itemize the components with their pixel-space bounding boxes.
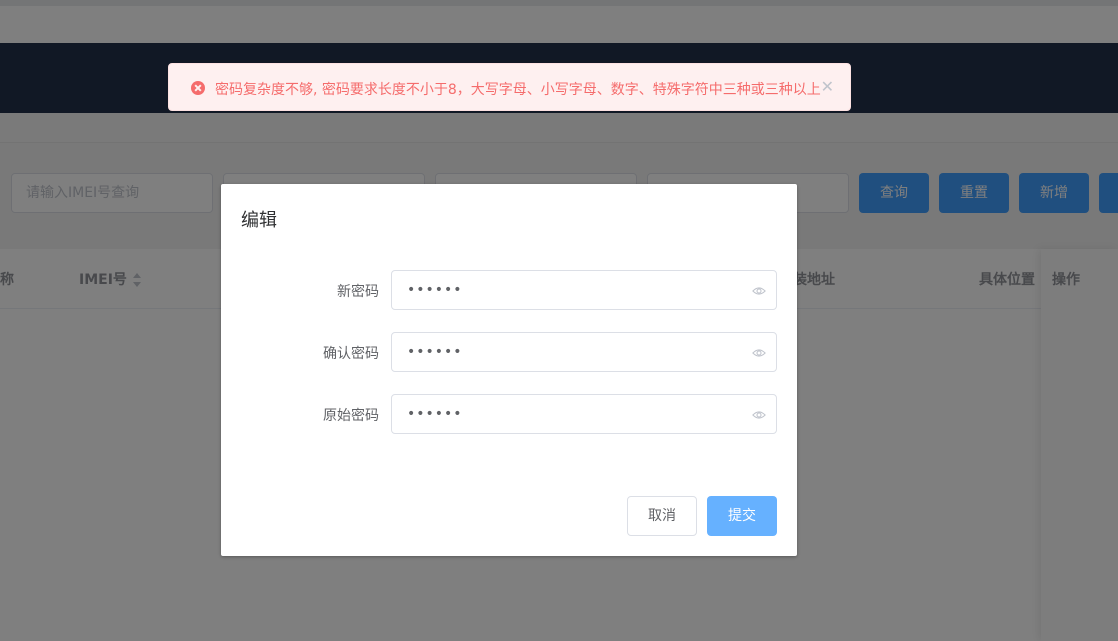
error-message-text: 密码复杂度不够, 密码要求长度不小于8，大写字母、小写字母、数字、特殊字符中三种… — [215, 82, 821, 98]
original-password-label: 原始密码 — [323, 408, 379, 424]
dialog-title: 编辑 — [241, 210, 277, 231]
original-password-value: •••••• — [407, 406, 463, 422]
error-message: 密码复杂度不够, 密码要求长度不小于8，大写字母、小写字母、数字、特殊字符中三种… — [168, 63, 851, 111]
edit-dialog: 编辑 新密码 •••••• 确认密码 •••••• 原始密码 •••••• 取消… — [221, 184, 797, 556]
new-password-value: •••••• — [407, 282, 463, 298]
original-password-input[interactable]: •••••• — [391, 394, 777, 434]
eye-icon[interactable] — [752, 346, 766, 360]
error-circle-icon — [191, 81, 205, 95]
submit-button[interactable]: 提交 — [707, 496, 777, 536]
confirm-password-value: •••••• — [407, 344, 463, 360]
confirm-password-label: 确认密码 — [323, 346, 379, 362]
eye-icon[interactable] — [752, 408, 766, 422]
close-icon[interactable]: ✕ — [821, 77, 834, 97]
new-password-label: 新密码 — [337, 284, 379, 300]
eye-icon[interactable] — [752, 284, 766, 298]
confirm-password-input[interactable]: •••••• — [391, 332, 777, 372]
new-password-input[interactable]: •••••• — [391, 270, 777, 310]
cancel-button[interactable]: 取消 — [627, 496, 697, 536]
